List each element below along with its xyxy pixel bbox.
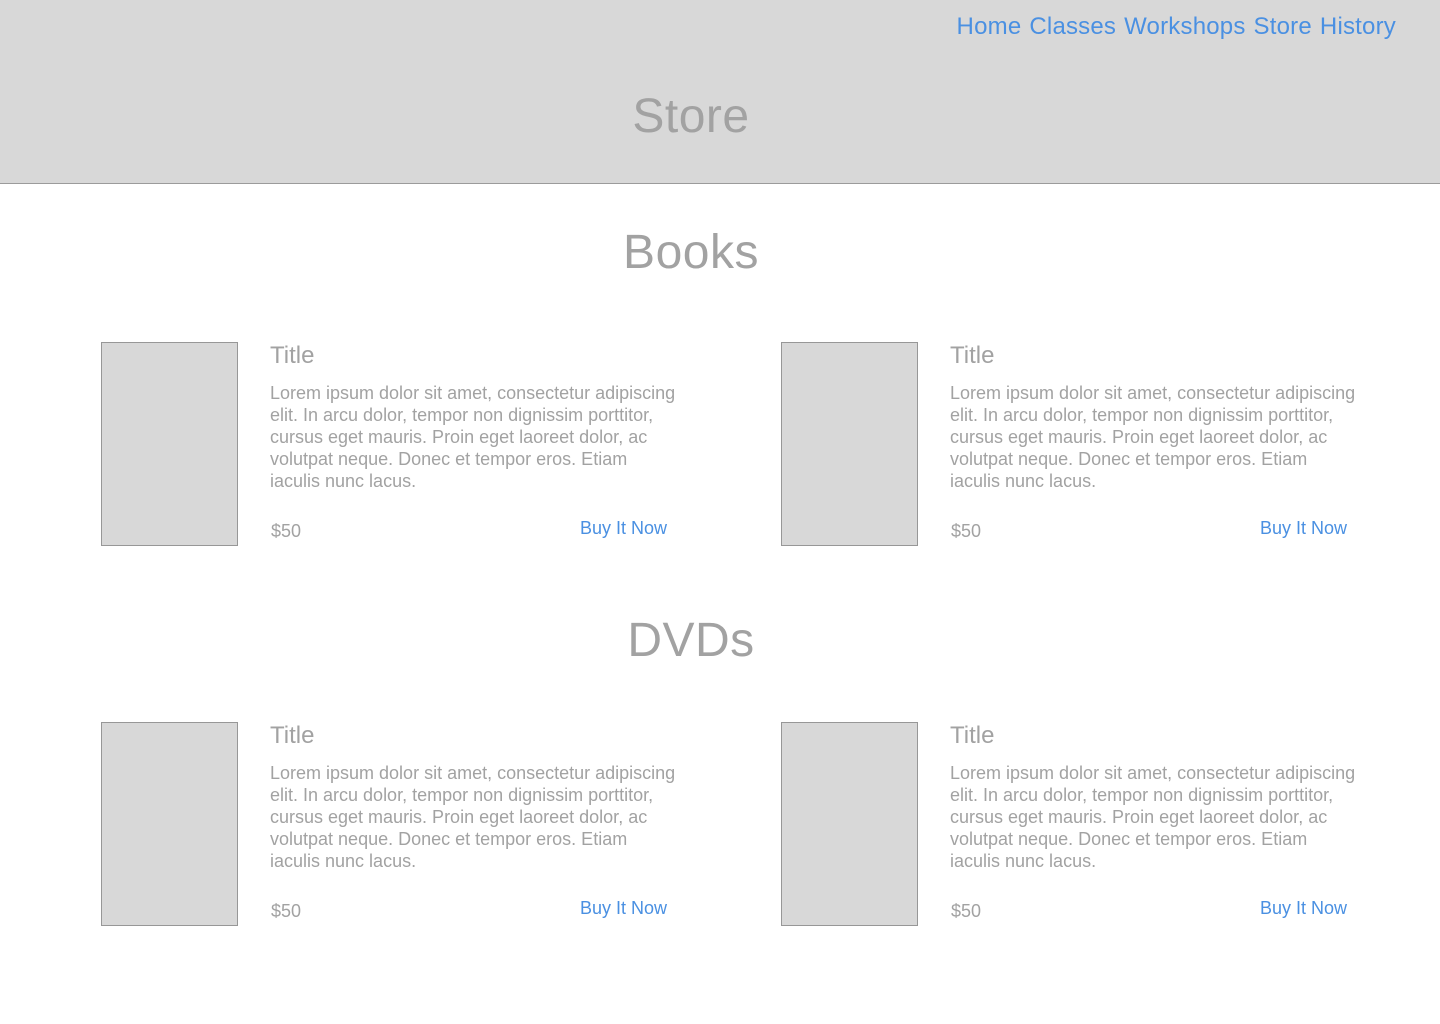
product-title: Title (950, 722, 995, 749)
product-image-placeholder (101, 722, 238, 926)
product-description: Lorem ipsum dolor sit amet, consectetur … (950, 383, 1356, 491)
product-image-placeholder (101, 342, 238, 546)
nav-link-store[interactable]: Store (1254, 13, 1312, 41)
nav-link-history[interactable]: History (1320, 13, 1396, 41)
nav-link-home[interactable]: Home (957, 13, 1022, 41)
section-title-dvds: DVDs (627, 614, 755, 667)
product-title: Title (270, 342, 315, 369)
product-title: Title (950, 342, 995, 369)
product-title: Title (270, 722, 315, 749)
section-title-books: Books (623, 226, 759, 279)
product-price: $50 (951, 901, 982, 921)
product-description: Lorem ipsum dolor sit amet, consectetur … (270, 383, 676, 491)
product-card: Title Lorem ipsum dolor sit amet, consec… (101, 342, 675, 547)
product-price: $50 (271, 901, 302, 921)
buy-it-now-button[interactable]: Buy It Now (580, 897, 667, 919)
nav-link-workshops[interactable]: Workshops (1124, 13, 1245, 41)
page-title: Store (632, 90, 750, 143)
product-card: Title Lorem ipsum dolor sit amet, consec… (781, 722, 1355, 927)
product-price: $50 (951, 521, 982, 541)
product-card: Title Lorem ipsum dolor sit amet, consec… (781, 342, 1355, 547)
product-image-placeholder (781, 342, 918, 546)
buy-it-now-button[interactable]: Buy It Now (1260, 897, 1347, 919)
buy-it-now-button[interactable]: Buy It Now (1260, 517, 1347, 539)
product-description: Lorem ipsum dolor sit amet, consectetur … (950, 763, 1356, 871)
site-header: Home Classes Workshops Store History Sto… (0, 0, 1440, 184)
product-image-placeholder (781, 722, 918, 926)
product-price: $50 (271, 521, 302, 541)
nav-link-classes[interactable]: Classes (1029, 13, 1116, 41)
main-nav: Home Classes Workshops Store History (957, 13, 1396, 41)
buy-it-now-button[interactable]: Buy It Now (580, 517, 667, 539)
product-card: Title Lorem ipsum dolor sit amet, consec… (101, 722, 675, 927)
product-description: Lorem ipsum dolor sit amet, consectetur … (270, 763, 676, 871)
